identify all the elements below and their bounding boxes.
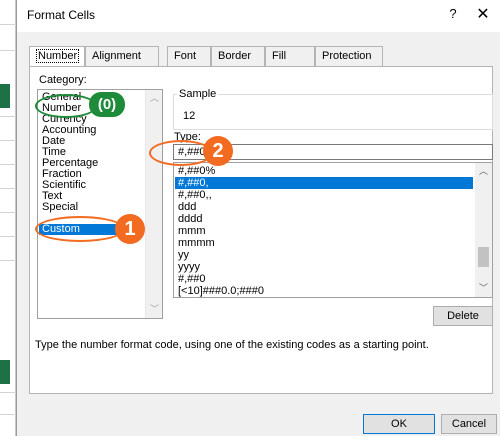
title-bar: Format Cells ? ✕ <box>17 0 500 32</box>
format-item[interactable]: #,##0% <box>178 165 215 177</box>
sample-value: 12 <box>183 110 196 122</box>
format-item[interactable]: #,##0,, <box>178 189 212 201</box>
tab-alignment[interactable]: Alignment <box>85 46 159 66</box>
grid-line <box>0 50 16 51</box>
tab-font[interactable]: Font <box>167 46 211 66</box>
category-scrollbar[interactable]: ︿ ﹀ <box>145 90 162 318</box>
format-item[interactable]: yyyy <box>178 261 200 273</box>
tab-label: Alignment <box>92 50 141 62</box>
grid-line <box>0 116 16 117</box>
tab-label: Border <box>218 50 252 62</box>
dialog-title: Format Cells <box>27 8 96 22</box>
format-item[interactable]: ddd <box>178 201 196 213</box>
help-button[interactable]: ? <box>445 6 461 24</box>
custom-highlight-ring <box>35 216 125 242</box>
tab-protection[interactable]: Protection <box>315 46 383 66</box>
cancel-button[interactable]: Cancel <box>441 414 497 434</box>
scroll-down-icon[interactable]: ﹀ <box>150 305 159 314</box>
number-highlight-ring <box>35 94 97 118</box>
tab-label: Protection <box>322 50 372 62</box>
grid-line <box>0 414 16 415</box>
format-item[interactable]: dddd <box>178 213 202 225</box>
format-item-selected[interactable]: #,##0, <box>175 177 473 189</box>
delete-button[interactable]: Delete <box>433 306 493 326</box>
cancel-button-label: Cancel <box>451 418 487 430</box>
number-zero-badge: (0) <box>89 92 125 117</box>
format-item[interactable]: mmmm <box>178 237 215 249</box>
grid-line <box>0 392 16 393</box>
format-cells-dialog: Format Cells ? ✕ Number Alignment Font B… <box>16 0 500 436</box>
category-list[interactable]: General Number Currency Accounting Date … <box>37 89 163 319</box>
ok-button-label: OK <box>391 418 407 430</box>
tab-number[interactable]: Number <box>29 46 85 67</box>
hint-text: Type the number format code, using one o… <box>35 339 429 351</box>
grid-line <box>0 140 16 141</box>
step-1-marker: 1 <box>115 214 145 244</box>
format-item[interactable]: yy <box>178 249 189 261</box>
close-button[interactable]: ✕ <box>473 4 493 26</box>
header-cell-green <box>0 360 10 384</box>
ok-button[interactable]: OK <box>363 414 435 434</box>
grid-line <box>0 188 16 189</box>
spreadsheet-background <box>0 0 16 436</box>
sample-label: Sample <box>177 88 219 100</box>
step-2-marker: 2 <box>203 136 233 166</box>
scroll-up-icon[interactable]: ︿ <box>479 167 488 176</box>
category-item-special[interactable]: Special <box>42 202 78 213</box>
tab-border[interactable]: Border <box>211 46 265 66</box>
grid-line <box>0 260 16 261</box>
scroll-up-icon[interactable]: ︿ <box>150 94 159 103</box>
tab-label: Fill <box>272 50 287 62</box>
grid-line <box>0 24 16 25</box>
format-item[interactable]: #,##0 <box>178 273 206 285</box>
grid-line <box>0 212 16 213</box>
header-cell-green <box>0 84 10 108</box>
delete-button-label: Delete <box>447 310 479 322</box>
sample-group <box>173 94 493 130</box>
format-scrollbar[interactable]: ︿ ﹀ <box>475 163 492 297</box>
scroll-thumb[interactable] <box>478 247 489 267</box>
category-label: Category: <box>39 74 87 86</box>
format-code-list[interactable]: #,##0% #,##0, #,##0,, ddd dddd mmm mmmm … <box>173 162 493 298</box>
grid-line <box>0 236 16 237</box>
tab-label: Font <box>174 50 197 62</box>
format-item[interactable]: [<10]###0.0;###0 <box>178 285 264 297</box>
grid-line <box>0 164 16 165</box>
scroll-down-icon[interactable]: ﹀ <box>479 284 488 293</box>
tab-fill[interactable]: Fill <box>265 46 315 66</box>
tab-label: Number <box>36 49 80 63</box>
format-item[interactable]: mmm <box>178 225 206 237</box>
